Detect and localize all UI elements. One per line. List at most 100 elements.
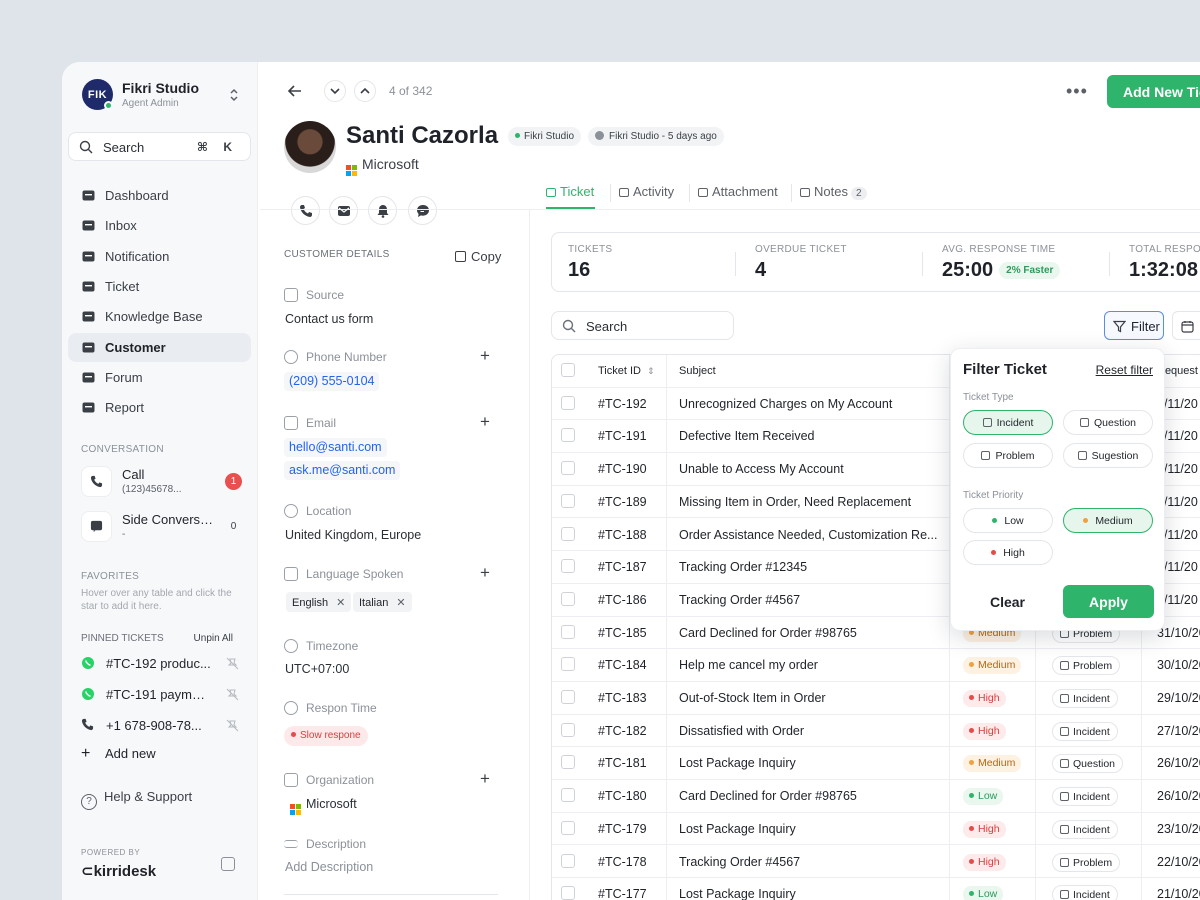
- sidebar-item-report[interactable]: Report: [68, 393, 251, 422]
- row-checkbox[interactable]: [561, 493, 575, 508]
- reset-filter-link[interactable]: Reset filter: [1096, 363, 1153, 377]
- row-checkbox[interactable]: [561, 853, 575, 868]
- type-option-question[interactable]: Question: [1063, 410, 1153, 435]
- ticket-id[interactable]: #TC-183: [598, 691, 647, 705]
- ticket-subject[interactable]: Out-of-Stock Item in Order: [679, 691, 826, 705]
- column-header[interactable]: Ticket ID ⇕: [598, 365, 655, 377]
- next-record-button[interactable]: [324, 80, 346, 102]
- sidebar-item-dashboard[interactable]: Dashboard: [68, 181, 251, 210]
- row-checkbox[interactable]: [561, 820, 575, 835]
- ticket-subject[interactable]: Tracking Order #4567: [679, 855, 800, 869]
- column-header[interactable]: Subject: [679, 365, 716, 377]
- ticket-id[interactable]: #TC-184: [598, 658, 647, 672]
- ticket-subject[interactable]: Missing Item in Order, Need Replacement: [679, 495, 911, 509]
- ticket-id[interactable]: #TC-178: [598, 855, 647, 869]
- table-row[interactable]: #TC-183 Out-of-Stock Item in Order High Inc…: [552, 682, 1200, 715]
- row-checkbox[interactable]: [561, 395, 575, 410]
- table-row[interactable]: #TC-177 Lost Package Inquiry Low Incident 21…: [552, 878, 1200, 900]
- conversation-item[interactable]: Side Conversa... - 0: [81, 509, 246, 545]
- ticket-subject[interactable]: Order Assistance Needed, Customization R…: [679, 528, 937, 542]
- ticket-id[interactable]: #TC-185: [598, 626, 647, 640]
- row-checkbox[interactable]: [561, 559, 575, 574]
- ticket-subject[interactable]: Lost Package Inquiry: [679, 887, 796, 900]
- email-link-2[interactable]: ask.me@santi.com: [284, 461, 401, 480]
- sidebar-item-knowledge-base[interactable]: Knowledge Base: [68, 302, 251, 331]
- date-filter-button[interactable]: [1172, 311, 1200, 340]
- row-checkbox[interactable]: [561, 722, 575, 737]
- ticket-subject[interactable]: Tracking Order #4567: [679, 593, 800, 607]
- unpin-icon[interactable]: [226, 657, 239, 670]
- description-input[interactable]: Add Description: [285, 860, 373, 874]
- call-button[interactable]: [291, 196, 320, 225]
- more-options-icon[interactable]: •••: [1066, 81, 1088, 102]
- type-option-incident[interactable]: Incident: [963, 410, 1053, 435]
- clear-button[interactable]: Clear: [963, 585, 1052, 618]
- add-new-ticket-button[interactable]: Add New Ticket: [1107, 75, 1200, 108]
- row-checkbox[interactable]: [561, 624, 575, 639]
- row-checkbox[interactable]: [561, 755, 575, 770]
- priority-option-medium[interactable]: Medium: [1063, 508, 1153, 533]
- ticket-subject[interactable]: Unrecognized Charges on My Account: [679, 397, 892, 411]
- row-checkbox[interactable]: [561, 428, 575, 443]
- ticket-id[interactable]: #TC-186: [598, 593, 647, 607]
- table-row[interactable]: #TC-181 Lost Package Inquiry Medium Questio…: [552, 747, 1200, 781]
- row-checkbox[interactable]: [561, 788, 575, 803]
- sidebar-item-ticket[interactable]: Ticket: [68, 272, 251, 301]
- add-email-button[interactable]: +: [480, 412, 490, 432]
- prev-record-button[interactable]: [354, 80, 376, 102]
- ticket-subject[interactable]: Tracking Order #12345: [679, 560, 807, 574]
- ticket-search-input[interactable]: Search: [551, 311, 734, 340]
- ticket-id[interactable]: #TC-187: [598, 560, 647, 574]
- ticket-subject[interactable]: Card Declined for Order #98765: [679, 789, 857, 803]
- chat-button[interactable]: [408, 196, 437, 225]
- apply-button[interactable]: Apply: [1063, 585, 1154, 618]
- sidebar-item-forum[interactable]: Forum: [68, 363, 251, 392]
- ticket-id[interactable]: #TC-181: [598, 756, 647, 770]
- sort-icon[interactable]: ⇕: [647, 366, 655, 376]
- row-checkbox[interactable]: [561, 526, 575, 541]
- notify-button[interactable]: [368, 196, 397, 225]
- ticket-id[interactable]: #TC-191: [598, 429, 647, 443]
- add-language-button[interactable]: +: [480, 563, 490, 583]
- email-link-1[interactable]: hello@santi.com: [284, 438, 387, 457]
- add-phone-button[interactable]: +: [480, 346, 490, 366]
- workspace-switcher[interactable]: FIK Fikri Studio Agent Admin: [82, 78, 242, 112]
- ticket-subject[interactable]: Lost Package Inquiry: [679, 822, 796, 836]
- ticket-id[interactable]: #TC-180: [598, 789, 647, 803]
- table-row[interactable]: #TC-178 Tracking Order #4567 High Problem 22…: [552, 846, 1200, 879]
- ticket-subject[interactable]: Dissatisfied with Order: [679, 724, 804, 738]
- priority-option-high[interactable]: High: [963, 540, 1053, 565]
- priority-option-low[interactable]: Low: [963, 508, 1053, 533]
- ticket-id[interactable]: #TC-177: [598, 887, 647, 900]
- ticket-subject[interactable]: Card Declined for Order #98765: [679, 626, 857, 640]
- pinned-item[interactable]: #TC-192 produc...: [81, 653, 239, 675]
- tab-notes[interactable]: Notes 2: [800, 184, 867, 200]
- unpin-icon[interactable]: [226, 719, 239, 732]
- table-row[interactable]: #TC-184 Help me cancel my order Medium Prob…: [552, 649, 1200, 682]
- sidebar-item-inbox[interactable]: Inbox: [68, 211, 251, 240]
- language-chip-italian[interactable]: Italian ✕: [353, 592, 412, 612]
- remove-icon[interactable]: ✕: [396, 597, 405, 609]
- sidebar-item-customer[interactable]: Customer: [68, 332, 251, 362]
- row-checkbox[interactable]: [561, 690, 575, 704]
- pinned-item[interactable]: +1 678-908-78...: [81, 715, 239, 737]
- filter-button[interactable]: Filter: [1104, 311, 1164, 340]
- tab-attachment[interactable]: Attachment: [698, 184, 778, 199]
- email-button[interactable]: [329, 196, 358, 225]
- ticket-id[interactable]: #TC-192: [598, 397, 647, 411]
- table-row[interactable]: #TC-179 Lost Package Inquiry High Incident 2…: [552, 813, 1200, 846]
- row-checkbox[interactable]: [561, 591, 575, 606]
- add-new-pin-button[interactable]: + Add new: [81, 745, 156, 763]
- help-support-link[interactable]: ? Help & Support: [81, 789, 192, 810]
- ticket-id[interactable]: #TC-190: [598, 462, 647, 476]
- row-checkbox[interactable]: [561, 657, 575, 672]
- ticket-subject[interactable]: Defective Item Received: [679, 429, 814, 443]
- ticket-id[interactable]: #TC-179: [598, 822, 647, 836]
- row-checkbox[interactable]: [561, 886, 575, 900]
- unpin-all-link[interactable]: Unpin All: [194, 633, 233, 644]
- copy-button[interactable]: Copy: [455, 249, 501, 264]
- type-option-sugestion[interactable]: Sugestion: [1063, 443, 1153, 468]
- language-chip-english[interactable]: English ✕: [286, 592, 352, 612]
- type-option-problem[interactable]: Problem: [963, 443, 1053, 468]
- ticket-id[interactable]: #TC-189: [598, 495, 647, 509]
